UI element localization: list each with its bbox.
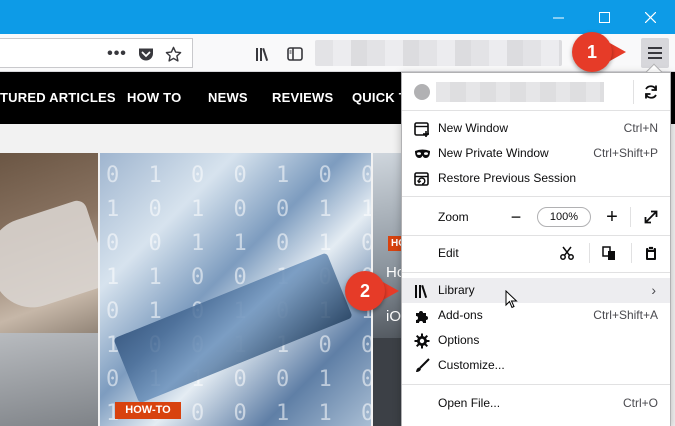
menu-separator [402, 196, 670, 197]
menu-item-options[interactable]: Options [402, 328, 670, 353]
sync-icon [645, 85, 657, 99]
menu-item-shortcut: Ctrl+Shift+P [593, 146, 658, 160]
menu-item-new-private-window[interactable]: New Private Window Ctrl+Shift+P [402, 141, 670, 166]
page-actions-button[interactable]: ••• [106, 43, 128, 65]
minimize-button[interactable] [535, 0, 581, 34]
menu-item-shortcut: Ctrl+O [622, 396, 658, 410]
star-icon [165, 46, 181, 62]
chevron-right-icon: › [651, 282, 656, 298]
zoom-out-button[interactable]: − [505, 206, 527, 228]
restore-session-icon [413, 170, 431, 188]
new-window-icon [413, 120, 431, 138]
blurred-account-name [436, 82, 604, 102]
menu-item-shortcut: Ctrl+N [623, 121, 658, 135]
close-icon [644, 11, 656, 23]
zoom-controls: Zoom − 100% + [402, 202, 670, 232]
divider [633, 80, 634, 104]
image-detail [0, 333, 98, 426]
callout-marker-2: 2 [345, 271, 385, 311]
copy-button[interactable] [598, 242, 620, 264]
fullscreen-button[interactable] [640, 206, 662, 228]
menu-item-label: Open File... [438, 396, 501, 410]
nav-how-to[interactable]: HOW TO [127, 72, 181, 124]
bookmark-star-button[interactable] [162, 43, 184, 65]
callout-marker-1: 1 [572, 32, 612, 72]
blurred-toolbar-area [315, 40, 562, 66]
menu-item-restore-session[interactable]: Restore Previous Session [402, 166, 670, 191]
pocket-icon [139, 48, 153, 60]
menu-item-label: New Window [438, 121, 509, 135]
hamburger-menu-icon [648, 47, 662, 59]
library-button[interactable] [252, 43, 274, 65]
fullscreen-icon [644, 210, 658, 224]
gear-icon [413, 332, 431, 350]
menu-item-library[interactable]: Library › [402, 278, 670, 303]
open-menu-button[interactable] [641, 38, 669, 68]
maximize-icon [598, 11, 610, 23]
menu-separator [402, 384, 670, 385]
menu-item-label: Library [438, 283, 475, 297]
sync-button[interactable] [640, 81, 662, 103]
menu-item-label: New Private Window [438, 146, 549, 160]
zoom-reset-button[interactable]: 100% [537, 207, 591, 227]
paintbrush-icon [413, 357, 431, 375]
puzzle-icon [413, 307, 431, 325]
clipboard-icon [646, 245, 656, 260]
avatar [414, 84, 430, 100]
zoom-label: Zoom [438, 210, 469, 224]
private-mask-icon [413, 145, 431, 163]
menu-item-open-file[interactable]: Open File... Ctrl+O [402, 391, 670, 416]
article-image-circuit[interactable]: 0 1 0 0 1 0 0 1 1 0 1 0 0 1 1 0 0 0 1 1 … [100, 153, 371, 426]
copy-icon [602, 245, 615, 260]
article-image-laptop[interactable] [0, 153, 98, 426]
mouse-cursor-icon [505, 290, 518, 309]
edit-controls: Edit [402, 239, 670, 267]
menu-item-add-ons[interactable]: Add-ons Ctrl+Shift+A [402, 303, 670, 328]
menu-item-shortcut: Ctrl+Shift+A [593, 308, 658, 322]
account-row[interactable] [402, 73, 670, 111]
zoom-in-button[interactable]: + [601, 206, 623, 228]
divider [630, 207, 631, 227]
cut-button[interactable] [556, 242, 578, 264]
menu-item-label: Add-ons [438, 308, 483, 322]
sidebar-button[interactable] [284, 43, 306, 65]
menu-separator [402, 235, 670, 236]
menu-item-customize[interactable]: Customize... [402, 353, 670, 378]
maximize-button[interactable] [581, 0, 627, 34]
edit-label: Edit [438, 246, 459, 260]
pocket-button[interactable] [135, 43, 157, 65]
nav-reviews[interactable]: REVIEWS [272, 72, 333, 124]
nav-quick-tips[interactable]: QUICK T [352, 72, 407, 124]
menu-item-new-window[interactable]: New Window Ctrl+N [402, 116, 670, 141]
close-button[interactable] [627, 0, 673, 34]
app-menu-panel: New Window Ctrl+N New Private Window Ctr… [401, 72, 671, 426]
category-badge-howto[interactable]: HOW-TO [115, 402, 181, 419]
menu-item-label: Options [438, 333, 480, 347]
scissors-icon [560, 246, 574, 260]
divider [631, 243, 632, 263]
menu-item-label: Restore Previous Session [438, 171, 577, 185]
menu-item-label: Customize... [438, 358, 505, 372]
minimize-icon [552, 17, 564, 18]
window-titlebar [0, 0, 675, 34]
sidebar-icon [287, 47, 303, 61]
divider [589, 243, 590, 263]
image-detail [0, 198, 98, 318]
library-icon [413, 282, 431, 300]
nav-featured-articles[interactable]: TURED ARTICLES [0, 72, 116, 124]
menu-separator [402, 272, 670, 273]
library-icon [256, 47, 269, 61]
nav-news[interactable]: NEWS [208, 72, 248, 124]
paste-button[interactable] [640, 242, 662, 264]
